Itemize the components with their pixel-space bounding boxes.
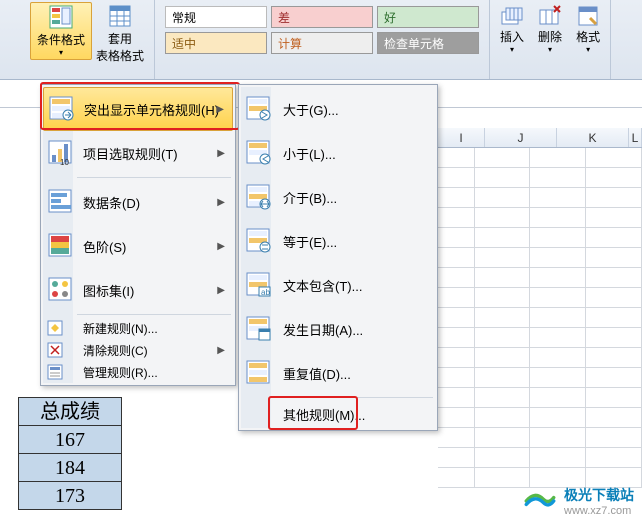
chevron-down-icon: ▾ [548, 45, 552, 54]
data-table: 总成绩 167 184 173 [18, 398, 122, 510]
submenu-arrow-icon: ▶ [217, 285, 225, 296]
col-header-j[interactable]: J [485, 128, 557, 147]
more-rules[interactable]: 其他规则(M)... [241, 400, 435, 428]
less-icon [245, 139, 273, 167]
data-bars[interactable]: 数据条(D) ▶ [43, 180, 233, 224]
style-bad[interactable]: 差 [271, 6, 373, 28]
table-row[interactable]: 173 [18, 481, 122, 510]
highlight-cells-rules[interactable]: 突出显示单元格规则(H) ▶ [43, 87, 233, 131]
highlight-rules-submenu: 大于(G)... 小于(L)... 介于(B)... 等于(E)... ab 文… [238, 84, 438, 431]
spreadsheet-grid[interactable] [438, 148, 642, 525]
col-header-k[interactable]: K [557, 128, 629, 147]
chevron-down-icon: ▾ [59, 48, 63, 57]
menu-label: 其他规则(M)... [283, 405, 365, 424]
menu-label: 新建规则(N)... [83, 320, 158, 337]
duplicate-icon [245, 359, 273, 387]
duplicate-values[interactable]: 重复值(D)... [241, 351, 435, 395]
format-as-table-button[interactable]: 套用 表格格式 [92, 2, 148, 66]
between-icon [245, 183, 273, 211]
menu-label: 管理规则(R)... [83, 364, 158, 381]
delete-button[interactable]: 删除▾ [538, 4, 562, 54]
menu-label: 突出显示单元格规则(H) [84, 100, 219, 119]
column-headers: I J K L [438, 128, 642, 148]
greater-icon [245, 95, 273, 123]
menu-label: 介于(B)... [283, 188, 337, 207]
col-header-i[interactable]: I [438, 128, 485, 147]
top-bottom-icon: 10 [47, 139, 75, 167]
submenu-arrow-icon: ▶ [217, 345, 225, 356]
text-contains-icon: ab [245, 271, 273, 299]
menu-label: 清除规则(C) [83, 342, 148, 359]
col-header-l[interactable]: L [629, 128, 642, 147]
submenu-arrow-icon: ▶ [217, 148, 225, 159]
watermark-logo: 极光下载站 www.xz7.com [522, 485, 634, 517]
format-as-table-label: 套用 表格格式 [96, 30, 144, 64]
menu-label: 等于(E)... [283, 232, 337, 251]
color-scales[interactable]: 色阶(S) ▶ [43, 224, 233, 268]
style-calc[interactable]: 计算 [271, 32, 373, 54]
color-scales-icon [47, 232, 75, 260]
cells-group: 插入▾ 删除▾ 格式▾ [490, 0, 611, 79]
date-occurring[interactable]: 发生日期(A)... [241, 307, 435, 351]
less-than[interactable]: 小于(L)... [241, 131, 435, 175]
equal-icon [245, 227, 273, 255]
chevron-down-icon: ▾ [510, 45, 514, 54]
svg-text:10: 10 [60, 158, 69, 167]
style-check[interactable]: 检查单元格 [377, 32, 479, 54]
menu-label: 色阶(S) [83, 237, 126, 256]
delete-icon [538, 4, 562, 28]
conditional-formatting-menu: 突出显示单元格规则(H) ▶ 10 项目选取规则(T) ▶ 数据条(D) ▶ 色… [40, 84, 236, 386]
manage-rules[interactable]: 管理规则(R)... [43, 361, 233, 383]
conditional-formatting-button[interactable]: 条件格式 ▾ [30, 2, 92, 60]
text-contains[interactable]: ab 文本包含(T)... [241, 263, 435, 307]
data-bars-icon [47, 188, 75, 216]
cell-styles-group: 常规 差 好 适中 计算 检查单元格 [155, 0, 490, 79]
conditional-formatting-icon [49, 5, 73, 29]
menu-label: 小于(L)... [283, 144, 336, 163]
date-icon [245, 315, 273, 343]
insert-button[interactable]: 插入▾ [500, 4, 524, 54]
menu-label: 发生日期(A)... [283, 320, 363, 339]
table-row[interactable]: 167 [18, 425, 122, 454]
manage-rules-icon [47, 364, 63, 380]
clear-rules[interactable]: 清除规则(C) ▶ [43, 339, 233, 361]
menu-label: 文本包含(T)... [283, 276, 362, 295]
submenu-arrow-icon: ▶ [216, 104, 224, 115]
chevron-down-icon: ▾ [586, 45, 590, 54]
insert-icon [500, 4, 524, 28]
format-button[interactable]: 格式▾ [576, 4, 600, 54]
menu-label: 项目选取规则(T) [83, 144, 178, 163]
icon-sets-icon [47, 276, 75, 304]
between[interactable]: 介于(B)... [241, 175, 435, 219]
highlight-rules-icon [48, 95, 76, 123]
equal-to[interactable]: 等于(E)... [241, 219, 435, 263]
top-bottom-rules[interactable]: 10 项目选取规则(T) ▶ [43, 131, 233, 175]
clear-rules-icon [47, 342, 63, 358]
table-row[interactable]: 184 [18, 453, 122, 482]
style-moderate[interactable]: 适中 [165, 32, 267, 54]
table-style-icon [108, 4, 132, 28]
format-icon [576, 4, 600, 28]
logo-icon [522, 489, 558, 513]
conditional-formatting-label: 条件格式 [37, 31, 85, 48]
new-rule[interactable]: 新建规则(N)... [43, 317, 233, 339]
submenu-arrow-icon: ▶ [217, 197, 225, 208]
menu-label: 重复值(D)... [283, 364, 351, 383]
submenu-arrow-icon: ▶ [217, 241, 225, 252]
icon-sets[interactable]: 图标集(I) ▶ [43, 268, 233, 312]
menu-label: 大于(G)... [283, 100, 339, 119]
styles-group: 条件格式 ▾ 套用 表格格式 [0, 0, 155, 79]
menu-label: 数据条(D) [83, 193, 140, 212]
logo-text: 极光下载站 [564, 487, 634, 503]
logo-url: www.xz7.com [564, 505, 634, 517]
style-good[interactable]: 好 [377, 6, 479, 28]
new-rule-icon [47, 320, 63, 336]
menu-label: 图标集(I) [83, 281, 134, 300]
greater-than[interactable]: 大于(G)... [241, 87, 435, 131]
ribbon: 条件格式 ▾ 套用 表格格式 常规 差 好 适中 计算 检查单元格 插入▾ 删除… [0, 0, 642, 80]
style-normal[interactable]: 常规 [165, 6, 267, 28]
svg-text:ab: ab [261, 288, 270, 297]
prev-style[interactable] [6, 2, 30, 10]
table-header[interactable]: 总成绩 [18, 397, 122, 426]
